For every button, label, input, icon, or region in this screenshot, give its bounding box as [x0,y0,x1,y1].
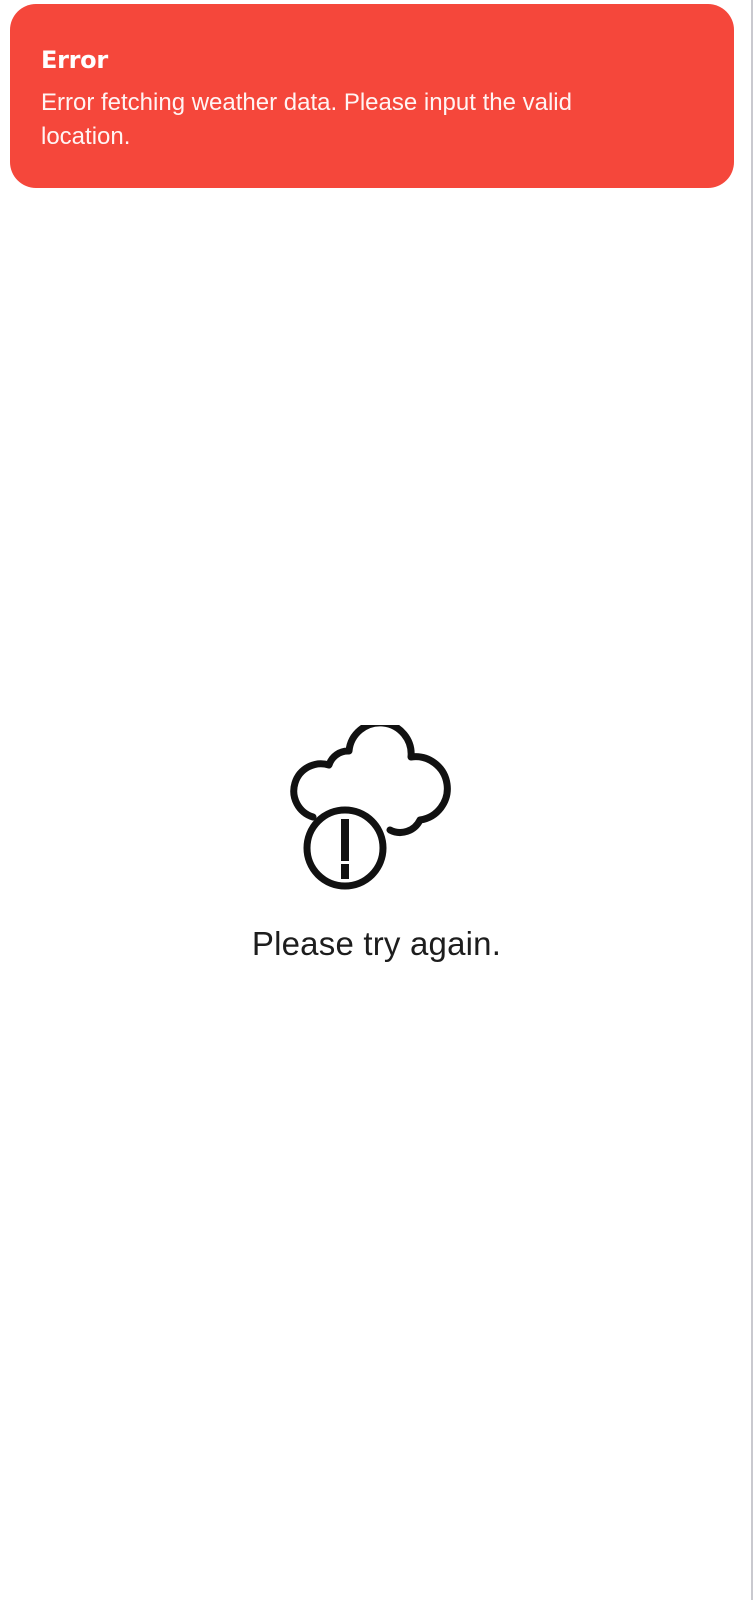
cloud-alert-icon [289,725,451,890]
app-screen: Error Error fetching weather data. Pleas… [0,0,753,1600]
empty-state: Please try again. [0,725,753,964]
error-toast-message: Error fetching weather data. Please inpu… [41,89,572,150]
error-toast[interactable]: Error Error fetching weather data. Pleas… [10,4,734,188]
error-toast-title: Error [41,46,108,74]
try-again-message: Please try again. [251,925,502,962]
